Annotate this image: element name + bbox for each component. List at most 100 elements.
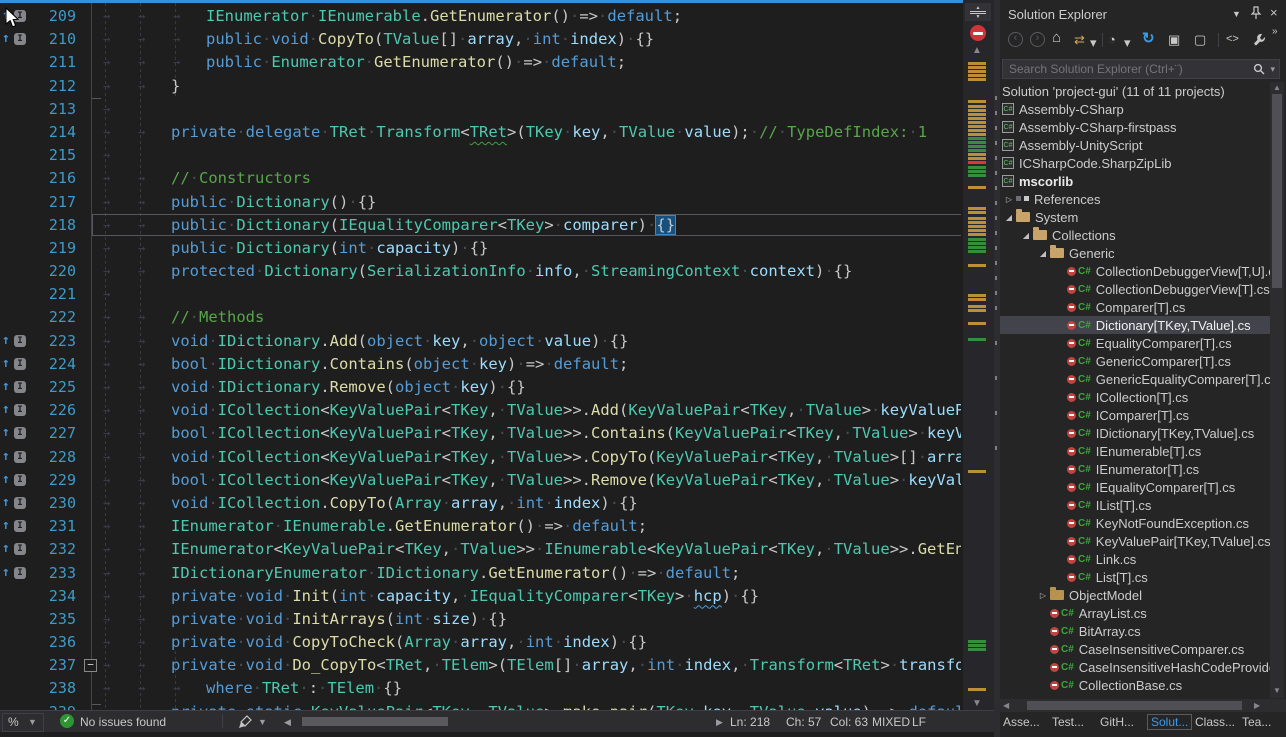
code-line-214[interactable]: 214→→private·delegate·TRet·Transform<TRe… [0, 121, 961, 144]
document-health-icon[interactable] [970, 25, 986, 41]
line-number[interactable]: 212 [28, 75, 76, 98]
collapse-icon[interactable]: ◢ [1036, 249, 1050, 258]
code-line-216[interactable]: 216→→//·Constructors [0, 167, 961, 190]
tree-item[interactable]: C#EqualityComparer[T].cs [1000, 334, 1270, 352]
issues-check-icon[interactable]: ✓ [60, 714, 74, 728]
code-line-212[interactable]: 212→→} [0, 75, 961, 98]
zoom-label[interactable]: % [8, 715, 19, 729]
code-region[interactable]: ↑I209→→→IEnumerator·IEnumerable.GetEnume… [0, 3, 961, 710]
tree-item[interactable]: C#Dictionary[TKey,TValue].cs [1000, 316, 1270, 334]
tree-item[interactable]: C#Assembly-UnityScript [1000, 136, 1270, 154]
scroll-up-icon[interactable]: ▲ [1273, 83, 1281, 92]
tree-vertical-scrollbar[interactable]: ▲ ▼ [1270, 82, 1284, 698]
line-number[interactable]: 227 [28, 422, 76, 445]
expand-icon[interactable]: ▷ [1036, 591, 1050, 600]
tree-item[interactable]: C#CollectionDebuggerView[T,U].cs [1000, 262, 1270, 280]
tree-item[interactable]: C#GenericEqualityComparer[T].cs [1000, 370, 1270, 388]
chevron-down-icon[interactable]: ▾ [1090, 35, 1097, 51]
pin-icon[interactable] [1250, 6, 1262, 20]
tree-item[interactable]: C#CollectionDebuggerView[T].cs [1000, 280, 1270, 298]
line-number[interactable]: 230 [28, 492, 76, 515]
scrollbar-thumb[interactable] [1272, 94, 1282, 288]
search-input[interactable] [1007, 61, 1253, 77]
editor-splitter-handle[interactable]: ▲▼ [965, 3, 991, 21]
line-number[interactable]: 229 [28, 469, 76, 492]
code-line-219[interactable]: 219→→public·Dictionary(int·capacity)·{} [0, 237, 961, 260]
tree-item[interactable]: C#Assembly-CSharp [1000, 100, 1270, 118]
chevron-down-icon[interactable]: ▼ [28, 717, 37, 727]
scroll-right-icon[interactable]: ▶ [1254, 701, 1260, 710]
tree-item[interactable]: ◢Generic [1000, 244, 1270, 262]
line-number[interactable]: 239 [28, 701, 76, 710]
chevron-down-icon[interactable]: ▾ [1270, 64, 1275, 75]
scroll-left-icon[interactable]: ◀ [1003, 701, 1009, 710]
search-icon[interactable] [1253, 63, 1265, 75]
code-line-222[interactable]: 222→→//·Methods [0, 306, 961, 329]
code-line-229[interactable]: ↑I229→→bool·ICollection<KeyValuePair<TKe… [0, 469, 961, 492]
scrollbar-thumb[interactable] [1027, 701, 1242, 710]
solution-tree[interactable]: Solution 'project-gui' (11 of 11 project… [1000, 82, 1270, 698]
line-number[interactable]: 217 [28, 191, 76, 214]
health-status-text[interactable]: No issues found [80, 715, 166, 729]
line-number[interactable]: 236 [28, 631, 76, 654]
line-number[interactable]: 225 [28, 376, 76, 399]
line-number[interactable]: 218 [28, 214, 76, 237]
search-box[interactable]: ▾ [1002, 59, 1280, 79]
window-menu-icon[interactable]: ▼ [1232, 9, 1241, 19]
code-line-230[interactable]: ↑I230→→void·ICollection.CopyTo(Array·arr… [0, 492, 961, 515]
line-number[interactable]: 223 [28, 330, 76, 353]
tree-item[interactable]: C#CollectionBase.cs [1000, 676, 1270, 694]
switch-views-icon[interactable]: ⇄ [1074, 32, 1085, 48]
code-line-221[interactable]: 221→ [0, 283, 961, 306]
collapse-icon[interactable]: ◢ [1002, 213, 1016, 222]
back-icon[interactable]: ‹ [1008, 32, 1023, 47]
tree-item[interactable]: C#IDictionary[TKey,TValue].cs [1000, 424, 1270, 442]
chevron-down-icon[interactable]: ▼ [258, 717, 267, 727]
expand-icon[interactable]: ▷ [1002, 195, 1016, 204]
code-line-223[interactable]: ↑I223→→void·IDictionary.Add(object·key,·… [0, 330, 961, 353]
panel-tab-test[interactable]: Test... [1052, 715, 1084, 729]
scroll-down-icon[interactable]: ▼ [1273, 686, 1281, 695]
line-number[interactable]: 211 [28, 51, 76, 74]
panel-tab-class[interactable]: Class... [1195, 715, 1235, 729]
tree-item[interactable]: C#CaseInsensitiveHashCodeProvider.cs [1000, 658, 1270, 676]
code-line-213[interactable]: 213→ [0, 98, 961, 121]
code-editor[interactable]: ↑I209→→→IEnumerator·IEnumerable.GetEnume… [0, 0, 994, 737]
scroll-down-icon[interactable]: ▼ [972, 698, 982, 709]
code-line-218[interactable]: 218→→public·Dictionary(IEqualityComparer… [0, 214, 961, 237]
code-line-224[interactable]: ↑I224→→bool·IDictionary.Contains(object·… [0, 353, 961, 376]
line-number[interactable]: 232 [28, 538, 76, 561]
code-line-211[interactable]: 211→→→public·Enumerator·GetEnumerator()·… [0, 51, 961, 74]
line-number[interactable]: 233 [28, 562, 76, 585]
tree-item[interactable]: C#Comparer[T].cs [1000, 298, 1270, 316]
home-icon[interactable]: ⌂ [1052, 29, 1061, 46]
code-line-215[interactable]: 215→ [0, 144, 961, 167]
tree-item[interactable]: ◢System [1000, 208, 1270, 226]
tree-item[interactable]: C#IList[T].cs [1000, 496, 1270, 514]
code-line-239[interactable]: 239→→private·static·KeyValuePair<TKey,·T… [0, 701, 961, 710]
toolbar-overflow-icon[interactable]: » [1272, 26, 1278, 37]
tree-item[interactable]: ▷References [1000, 190, 1270, 208]
tree-item[interactable]: C#GenericComparer[T].cs [1000, 352, 1270, 370]
line-number[interactable]: 220 [28, 260, 76, 283]
line-number[interactable]: 219 [28, 237, 76, 260]
panel-tab-asse[interactable]: Asse... [1003, 715, 1040, 729]
line-number[interactable]: 214 [28, 121, 76, 144]
line-number[interactable]: 237 [28, 654, 76, 677]
tree-item[interactable]: C#ICSharpCode.SharpZipLib [1000, 154, 1270, 172]
tree-item[interactable]: C#Link.cs [1000, 550, 1270, 568]
code-line-217[interactable]: 217→→public·Dictionary()·{} [0, 191, 961, 214]
tree-item[interactable]: C#IEnumerable[T].cs [1000, 442, 1270, 460]
line-number[interactable]: 231 [28, 515, 76, 538]
collapse-icon[interactable]: ◢ [1019, 231, 1033, 240]
code-line-232[interactable]: ↑I232→→IEnumerator<KeyValuePair<TKey,·TV… [0, 538, 961, 561]
tree-item[interactable]: ▷ObjectModel [1000, 586, 1270, 604]
chevron-down-icon[interactable]: ▾ [1124, 35, 1131, 51]
code-line-233[interactable]: ↑I233→→IDictionaryEnumerator·IDictionary… [0, 562, 961, 585]
tree-item[interactable]: C#IEqualityComparer[T].cs [1000, 478, 1270, 496]
pending-changes-filter-icon[interactable]: ◔ [1108, 32, 1116, 47]
panel-tab-gith[interactable]: GitH... [1100, 715, 1134, 729]
code-line-227[interactable]: ↑I227→→bool·ICollection<KeyValuePair<TKe… [0, 422, 961, 445]
code-cleanup-broom-icon[interactable] [238, 715, 252, 729]
code-line-220[interactable]: 220→→protected·Dictionary(SerializationI… [0, 260, 961, 283]
